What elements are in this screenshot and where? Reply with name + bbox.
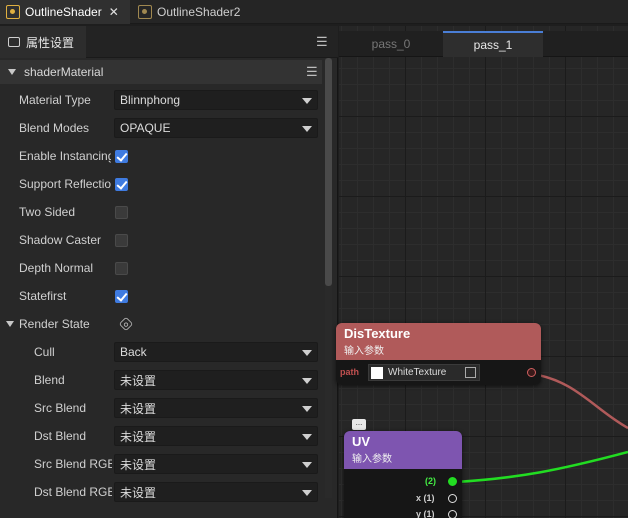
node-uv[interactable]: UV 输入参数 (2) x (1) y (1) bbox=[344, 431, 462, 518]
texture-swatch bbox=[371, 366, 383, 379]
node-distexture[interactable]: DisTexture 输入参数 path WhiteTexture bbox=[336, 323, 541, 385]
node-header[interactable]: UV 输入参数 bbox=[344, 431, 462, 469]
y-output-label: y (1) bbox=[416, 509, 435, 518]
uv-output-port-icon[interactable] bbox=[448, 477, 457, 486]
editor-window: OutlineShader ✕ OutlineShader2 属性设置 ☰ sh… bbox=[0, 0, 628, 518]
output-port-icon[interactable] bbox=[527, 368, 536, 377]
wire-uv[interactable] bbox=[455, 450, 628, 484]
x-output-port-icon[interactable] bbox=[448, 494, 457, 503]
wire-distexture[interactable] bbox=[531, 372, 628, 430]
texture-value: WhiteTexture bbox=[388, 367, 447, 378]
texture-field[interactable]: WhiteTexture bbox=[368, 364, 480, 381]
y-output-port-icon[interactable] bbox=[448, 510, 457, 518]
path-port-label: path bbox=[340, 367, 359, 377]
node-title: UV bbox=[352, 434, 371, 449]
x-output-label: x (1) bbox=[416, 493, 435, 503]
uv-output-label: (2) bbox=[425, 476, 436, 486]
comment-icon[interactable]: ... bbox=[352, 419, 366, 430]
node-title: DisTexture bbox=[344, 326, 411, 341]
pick-texture-icon[interactable] bbox=[465, 367, 476, 378]
node-subtitle: 输入参数 bbox=[352, 454, 392, 465]
node-body: path WhiteTexture bbox=[336, 360, 541, 385]
node-header[interactable]: DisTexture 输入参数 bbox=[336, 323, 541, 360]
node-body: (2) x (1) y (1) bbox=[344, 469, 462, 518]
graph-wires bbox=[455, 372, 628, 484]
node-subtitle: 输入参数 bbox=[344, 346, 384, 357]
